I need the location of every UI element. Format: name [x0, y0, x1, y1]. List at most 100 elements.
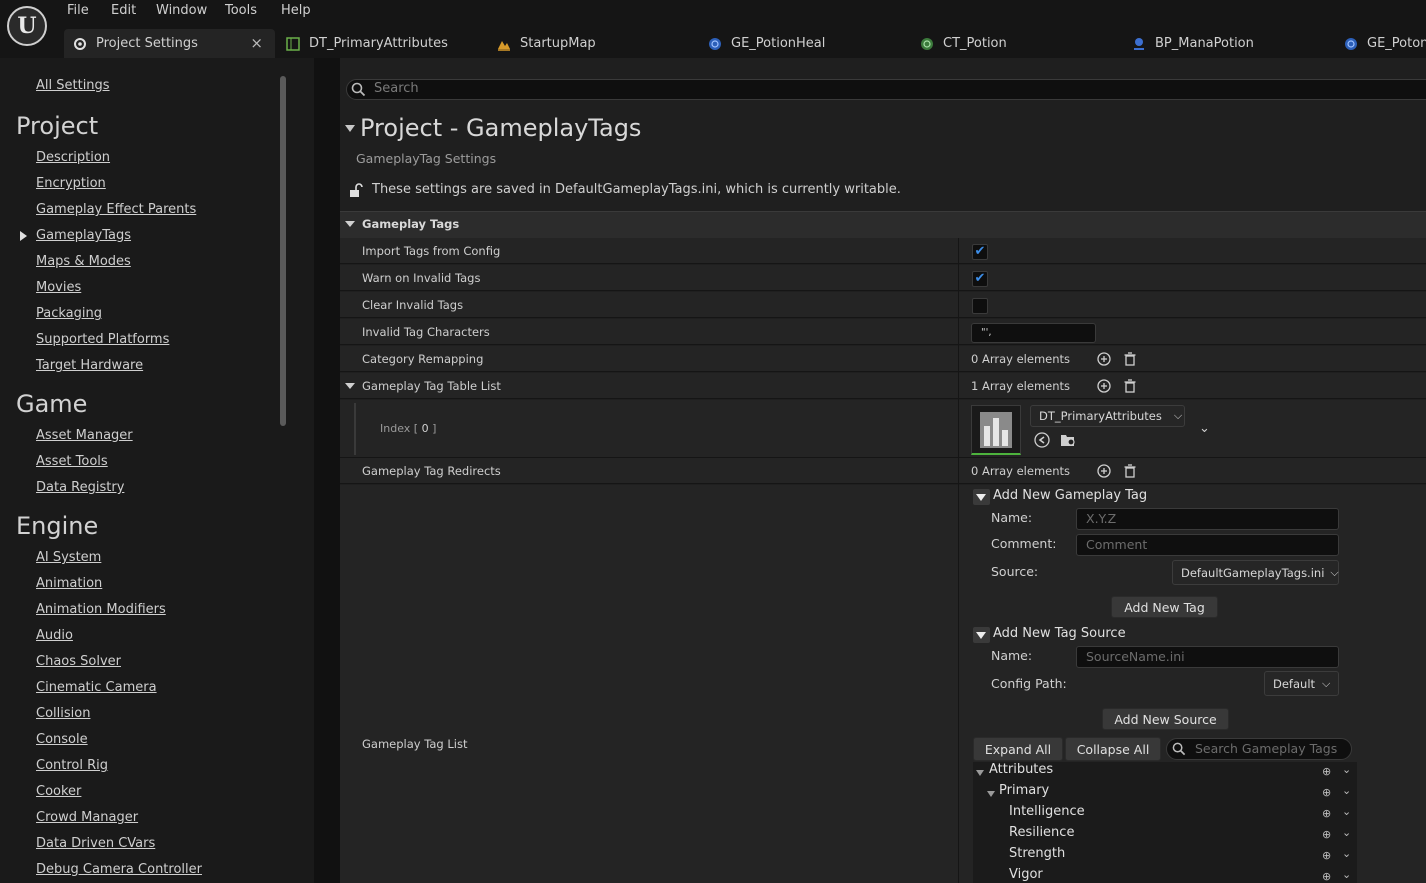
- menu-tools[interactable]: Tools: [225, 3, 257, 18]
- expand-arrow-icon[interactable]: [987, 791, 995, 797]
- sidebar-item-asset-tools[interactable]: Asset Tools: [36, 454, 108, 469]
- property-label: Import Tags from Config: [362, 244, 501, 258]
- clear-invalid-checkbox[interactable]: [972, 298, 988, 314]
- sidebar-item-supported-platforms[interactable]: Supported Platforms: [36, 332, 169, 347]
- sidebar-item-animation-modifiers[interactable]: Animation Modifiers: [36, 602, 166, 617]
- sidebar-item-all-settings[interactable]: All Settings: [36, 78, 110, 93]
- menu-window[interactable]: Window: [156, 3, 207, 18]
- add-new-tag-button[interactable]: Add New Tag: [1111, 596, 1218, 618]
- sidebar-item-encryption[interactable]: Encryption: [36, 176, 106, 191]
- tag-name-input[interactable]: X.Y.Z: [1076, 508, 1339, 530]
- sidebar-item-cinematic-camera[interactable]: Cinematic Camera: [36, 680, 157, 695]
- tag-options-chevron-icon[interactable]: ⌄: [1342, 826, 1351, 839]
- settings-icon: [74, 37, 86, 50]
- tag-options-chevron-icon[interactable]: ⌄: [1342, 868, 1351, 881]
- sidebar-item-control-rig[interactable]: Control Rig: [36, 758, 108, 773]
- sidebar-item-gameplay-effect-parents[interactable]: Gameplay Effect Parents: [36, 202, 196, 217]
- delete-icon[interactable]: [1123, 379, 1137, 393]
- tab-startupmap[interactable]: StartupMap: [497, 29, 596, 58]
- close-tab-icon[interactable]: ×: [250, 34, 263, 52]
- add-source-collapse-button[interactable]: [973, 627, 990, 643]
- column-divider[interactable]: [958, 238, 959, 883]
- sidebar-item-movies[interactable]: Movies: [36, 280, 81, 295]
- expand-details-chevron-icon[interactable]: ⌄: [1199, 421, 1210, 436]
- tag-tree-item-resilience[interactable]: Resilience ⊕ ⌄: [973, 825, 1357, 846]
- add-subtag-icon[interactable]: ⊕: [1322, 786, 1331, 799]
- sidebar-item-crowd-manager[interactable]: Crowd Manager: [36, 810, 138, 825]
- sidebar-item-gameplaytags[interactable]: GameplayTags: [36, 228, 131, 243]
- sidebar-item-audio[interactable]: Audio: [36, 628, 73, 643]
- tag-tree-item-vigor[interactable]: Vigor ⊕ ⌄: [973, 867, 1357, 883]
- sidebar-heading-engine: Engine: [16, 512, 99, 540]
- tab-dt-primaryattributes[interactable]: DT_PrimaryAttributes: [286, 29, 448, 58]
- collapse-all-button[interactable]: Collapse All: [1065, 737, 1161, 761]
- asset-thumbnail[interactable]: [971, 405, 1021, 455]
- tag-tree-item-attributes[interactable]: Attributes ⊕ ⌄: [973, 762, 1357, 783]
- sidebar-item-data-driven-cvars[interactable]: Data Driven CVars: [36, 836, 155, 851]
- config-path-dropdown[interactable]: Default ⌵: [1264, 671, 1339, 696]
- sidebar-item-maps-modes[interactable]: Maps & Modes: [36, 254, 131, 269]
- sidebar-item-asset-manager[interactable]: Asset Manager: [36, 428, 133, 443]
- section-collapse-icon[interactable]: [345, 221, 355, 227]
- tab-ct-potion[interactable]: CT_Potion: [920, 29, 1007, 58]
- delete-icon[interactable]: [1123, 464, 1137, 478]
- panel-splitter[interactable]: [314, 58, 340, 883]
- menu-edit[interactable]: Edit: [111, 3, 136, 18]
- expand-table-list-icon[interactable]: [345, 383, 355, 389]
- tab-bp-manapotion[interactable]: BP_ManaPotion: [1132, 29, 1254, 58]
- add-subtag-icon[interactable]: ⊕: [1322, 849, 1331, 862]
- sidebar-item-ai-system[interactable]: AI System: [36, 550, 101, 565]
- add-element-icon[interactable]: [1097, 352, 1111, 366]
- add-tag-collapse-button[interactable]: [973, 489, 990, 505]
- use-selected-asset-icon[interactable]: [1034, 432, 1050, 448]
- sidebar-item-collision[interactable]: Collision: [36, 706, 90, 721]
- tag-options-chevron-icon[interactable]: ⌄: [1342, 763, 1351, 776]
- tab-ge-potionheal[interactable]: GE_PotionHeal: [708, 29, 825, 58]
- tag-search-placeholder: Search Gameplay Tags: [1195, 741, 1338, 756]
- delete-icon[interactable]: [1123, 352, 1137, 366]
- add-subtag-icon[interactable]: ⊕: [1322, 765, 1331, 778]
- add-subtag-icon[interactable]: ⊕: [1322, 807, 1331, 820]
- tag-options-chevron-icon[interactable]: ⌄: [1342, 847, 1351, 860]
- menu-file[interactable]: File: [67, 3, 89, 18]
- sidebar-scrollbar[interactable]: [280, 76, 286, 426]
- sidebar-item-packaging[interactable]: Packaging: [36, 306, 102, 321]
- sidebar-item-animation[interactable]: Animation: [36, 576, 102, 591]
- invalid-chars-input[interactable]: "',: [971, 323, 1096, 343]
- tag-tree-item-primary[interactable]: Primary ⊕ ⌄: [973, 783, 1357, 804]
- source-dropdown[interactable]: DefaultGameplayTags.ini ⌵: [1172, 560, 1339, 585]
- collapse-page-arrow-icon[interactable]: [345, 125, 355, 132]
- source-name-input[interactable]: SourceName.ini: [1076, 646, 1339, 668]
- sidebar-item-debug-camera-controller[interactable]: Debug Camera Controller: [36, 862, 202, 877]
- tag-tree-item-strength[interactable]: Strength ⊕ ⌄: [973, 846, 1357, 867]
- asset-picker-dropdown[interactable]: DT_PrimaryAttributes ⌵: [1030, 405, 1185, 427]
- unreal-logo-icon[interactable]: U: [7, 6, 47, 46]
- tag-tree-item-intelligence[interactable]: Intelligence ⊕ ⌄: [973, 804, 1357, 825]
- warn-invalid-checkbox[interactable]: ✔: [972, 271, 988, 287]
- search-input[interactable]: [346, 79, 1426, 100]
- add-subtag-icon[interactable]: ⊕: [1322, 828, 1331, 841]
- expand-arrow-icon[interactable]: [976, 770, 984, 776]
- tab-ge-poton[interactable]: GE_Poton: [1344, 29, 1426, 58]
- add-new-source-button[interactable]: Add New Source: [1102, 708, 1229, 730]
- tab-project-settings[interactable]: Project Settings ×: [64, 29, 275, 58]
- add-element-icon[interactable]: [1097, 379, 1111, 393]
- sidebar-item-target-hardware[interactable]: Target Hardware: [36, 358, 143, 373]
- sidebar-item-data-registry[interactable]: Data Registry: [36, 480, 124, 495]
- tag-comment-input[interactable]: Comment: [1076, 534, 1339, 556]
- sidebar-item-cooker[interactable]: Cooker: [36, 784, 81, 799]
- add-element-icon[interactable]: [1097, 464, 1111, 478]
- sidebar-item-description[interactable]: Description: [36, 150, 110, 165]
- menu-help[interactable]: Help: [281, 3, 311, 18]
- expand-all-button[interactable]: Expand All: [973, 737, 1063, 761]
- tag-options-chevron-icon[interactable]: ⌄: [1342, 784, 1351, 797]
- property-label: Gameplay Tag List: [362, 737, 468, 751]
- browse-asset-icon[interactable]: [1060, 432, 1077, 448]
- data-table-chart-icon: [980, 412, 1012, 448]
- gameplay-tags-section-header[interactable]: [340, 211, 1426, 238]
- add-subtag-icon[interactable]: ⊕: [1322, 870, 1331, 883]
- sidebar-item-console[interactable]: Console: [36, 732, 88, 747]
- import-tags-checkbox[interactable]: ✔: [972, 244, 988, 260]
- tag-options-chevron-icon[interactable]: ⌄: [1342, 805, 1351, 818]
- sidebar-item-chaos-solver[interactable]: Chaos Solver: [36, 654, 121, 669]
